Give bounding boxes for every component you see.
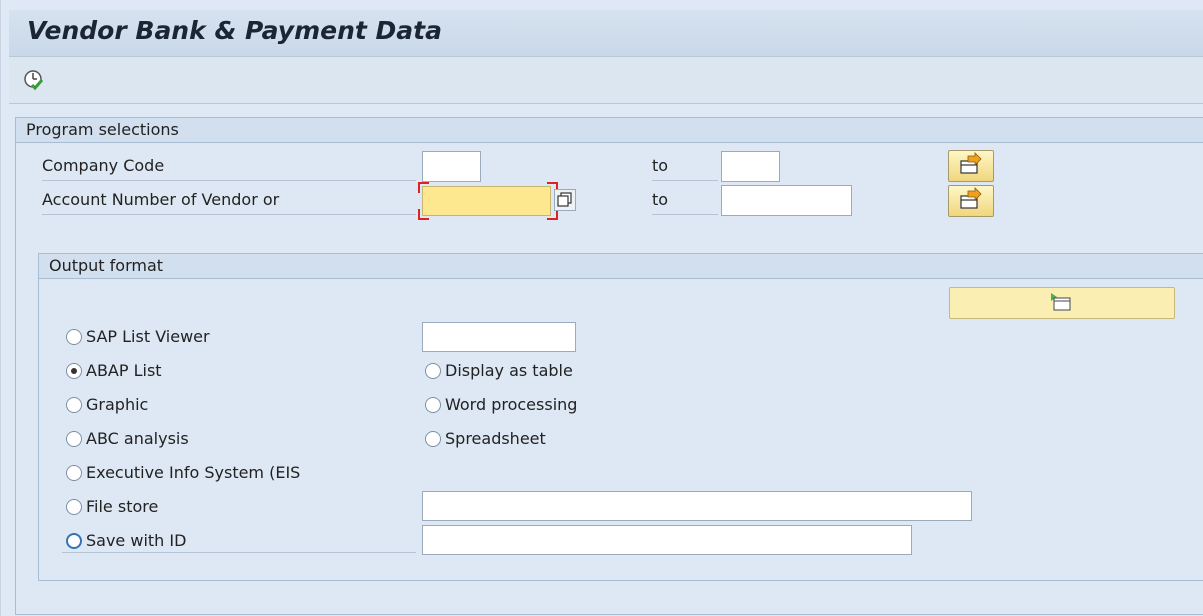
focus-corner bbox=[418, 182, 429, 193]
company-code-label: Company Code bbox=[42, 152, 416, 181]
graphic-label: Graphic bbox=[86, 395, 149, 414]
spreadsheet-label: Spreadsheet bbox=[445, 429, 546, 448]
display-as-table-radio[interactable] bbox=[425, 363, 441, 379]
file-store-radio[interactable] bbox=[66, 499, 82, 515]
output-format-header: Output format bbox=[39, 254, 1203, 279]
display-as-table-label: Display as table bbox=[445, 361, 573, 380]
execute-icon bbox=[24, 70, 44, 91]
output-format-group: Output format SAP List Viewer ABAP List … bbox=[38, 253, 1203, 581]
application-toolbar bbox=[9, 57, 1203, 104]
abc-analysis-label: ABC analysis bbox=[86, 429, 189, 448]
program-selections-group: Program selections Company Code to Accou… bbox=[15, 117, 1203, 615]
vendor-account-multiple-selection-button[interactable] bbox=[948, 185, 994, 217]
execute-button[interactable] bbox=[21, 67, 47, 93]
save-with-id-label: Save with ID bbox=[62, 529, 416, 553]
vendor-account-label: Account Number of Vendor or bbox=[42, 186, 416, 215]
output-format-title: Output format bbox=[49, 256, 164, 275]
eis-radio[interactable] bbox=[66, 465, 82, 481]
file-store-label: File store bbox=[86, 497, 159, 516]
sap-list-viewer-label: SAP List Viewer bbox=[86, 327, 210, 346]
company-code-from-input[interactable] bbox=[422, 151, 481, 182]
window-frame: Vendor Bank & Payment Data Program selec… bbox=[0, 0, 1203, 616]
program-selections-title: Program selections bbox=[26, 120, 179, 139]
abap-list-label: ABAP List bbox=[86, 361, 162, 380]
multiple-selection-icon bbox=[960, 187, 982, 209]
page-title: Vendor Bank & Payment Data bbox=[27, 16, 442, 45]
vendor-account-to-label: to bbox=[652, 186, 718, 215]
graphic-radio[interactable] bbox=[66, 397, 82, 413]
abap-list-radio[interactable] bbox=[66, 363, 82, 379]
abc-analysis-radio[interactable] bbox=[66, 431, 82, 447]
save-with-id-input[interactable] bbox=[422, 525, 912, 555]
multiple-selection-icon bbox=[960, 152, 982, 174]
title-bar: Vendor Bank & Payment Data bbox=[9, 10, 1203, 57]
company-code-to-input[interactable] bbox=[721, 151, 780, 182]
focus-corner bbox=[418, 209, 429, 220]
value-help-button[interactable] bbox=[554, 189, 576, 211]
company-code-to-label: to bbox=[652, 152, 718, 181]
spreadsheet-radio[interactable] bbox=[425, 431, 441, 447]
vendor-account-from-input[interactable] bbox=[422, 186, 551, 216]
file-store-input[interactable] bbox=[422, 491, 972, 521]
vendor-account-to-input[interactable] bbox=[721, 185, 852, 216]
company-code-multiple-selection-button[interactable] bbox=[948, 150, 994, 182]
word-processing-radio[interactable] bbox=[425, 397, 441, 413]
word-processing-label: Word processing bbox=[445, 395, 578, 414]
sap-list-viewer-radio[interactable] bbox=[66, 329, 82, 345]
program-selections-header: Program selections bbox=[16, 118, 1203, 143]
value-help-icon bbox=[557, 192, 572, 207]
layout-input[interactable] bbox=[422, 322, 576, 352]
layout-choose-button[interactable] bbox=[949, 287, 1175, 319]
choose-layout-icon bbox=[1051, 293, 1071, 311]
eis-label: Executive Info System (EIS bbox=[86, 463, 301, 482]
